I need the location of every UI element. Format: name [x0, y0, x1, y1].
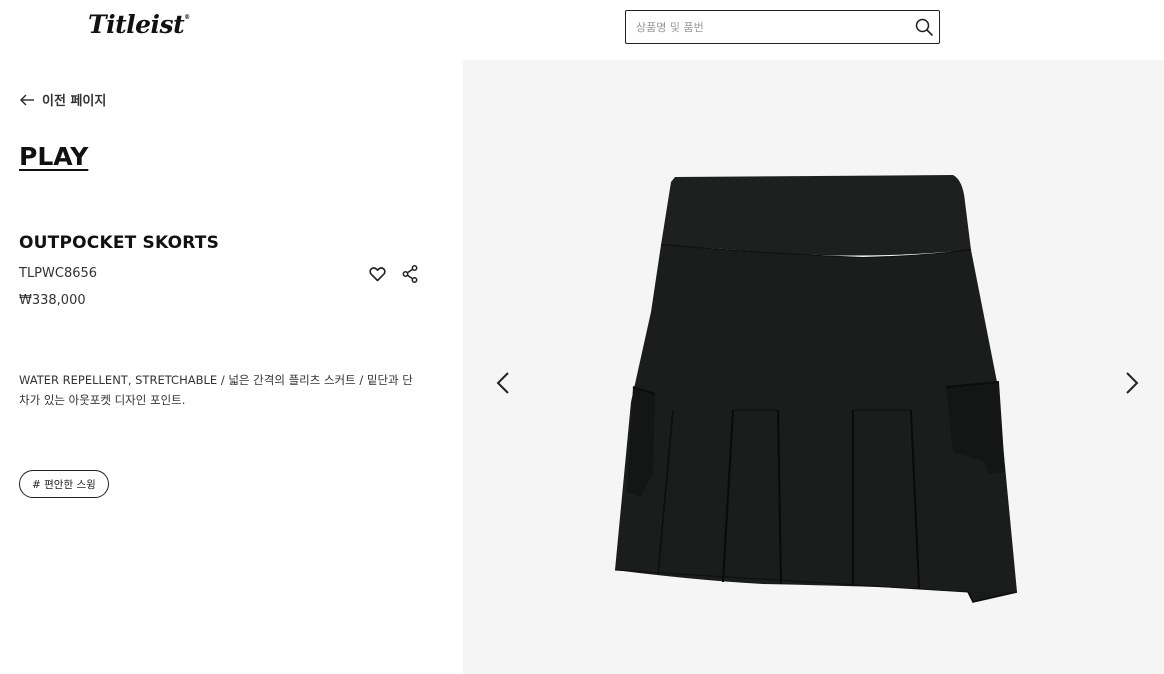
hashtag-chip[interactable]: # 편안한 스윙: [19, 470, 109, 498]
site-header: Titleist®: [0, 0, 1164, 60]
heart-icon[interactable]: [369, 266, 386, 282]
arrow-left-icon: [19, 93, 34, 106]
search-input[interactable]: [626, 11, 906, 43]
product-image: [614, 175, 1018, 603]
back-link[interactable]: 이전 페이지: [19, 90, 106, 109]
product-name: OUTPOCKET SKORTS: [19, 233, 220, 253]
titleist-logo[interactable]: Titleist®: [88, 10, 190, 39]
product-info-panel: 이전 페이지 PLAY OUTPOCKET SKORTS TLPWC8656 ₩…: [0, 60, 463, 674]
product-image-gallery: [463, 60, 1164, 674]
search-icon[interactable]: [915, 18, 933, 36]
chevron-right-icon[interactable]: [1124, 370, 1140, 396]
chevron-left-icon[interactable]: [495, 370, 511, 396]
share-icon[interactable]: [402, 265, 418, 283]
collection-link[interactable]: PLAY: [19, 142, 88, 171]
back-label: 이전 페이지: [42, 94, 107, 109]
search-box: [625, 10, 940, 44]
product-code: TLPWC8656: [19, 266, 98, 281]
skirt-body: [614, 175, 1018, 603]
product-description: WATER REPELLENT, STRETCHABLE / 넓은 간격의 플리…: [19, 373, 413, 407]
product-price: ₩338,000: [19, 293, 86, 308]
